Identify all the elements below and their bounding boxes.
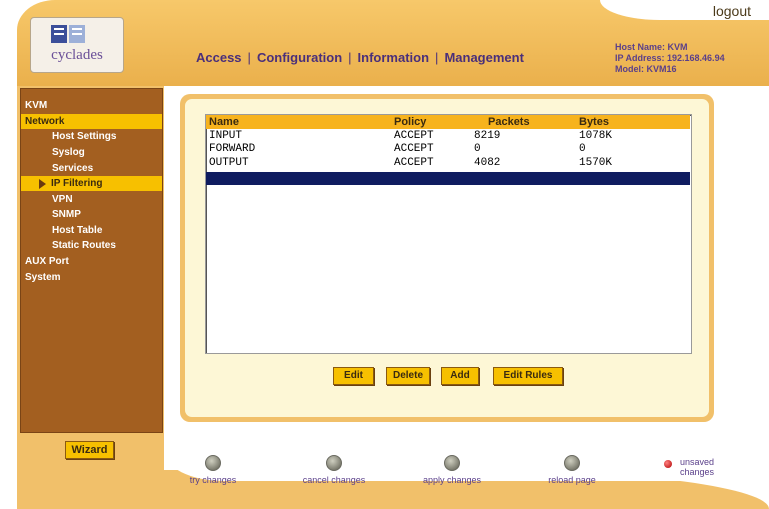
sidebar-item-kvm[interactable]: KVM	[25, 98, 47, 113]
cancel-changes-label: cancel changes	[302, 475, 366, 485]
main-nav: Access | Configuration | Information | Managem…	[196, 50, 524, 65]
nav-separator: |	[247, 50, 251, 65]
play-arrow-icon	[39, 179, 46, 189]
cell-packets: 0	[474, 143, 481, 155]
cell-policy: ACCEPT	[394, 130, 434, 142]
host-info: Host Name: KVM IP Address: 192.168.46.94…	[615, 42, 725, 75]
edit-rules-button[interactable]: Edit Rules	[493, 367, 563, 385]
sidebar-item-host-settings[interactable]: Host Settings	[52, 129, 116, 144]
column-header-name: Name	[209, 116, 239, 128]
nav-management[interactable]: Management	[444, 50, 523, 65]
sidebar: KVM Network Host Settings Syslog Service…	[20, 88, 163, 433]
sidebar-item-aux-port[interactable]: AUX Port	[25, 254, 69, 269]
sidebar-item-vpn[interactable]: VPN	[52, 192, 73, 207]
cell-policy: ACCEPT	[394, 157, 434, 169]
cell-packets: 8219	[474, 130, 501, 142]
cell-name: INPUT	[209, 130, 243, 142]
wizard-button[interactable]: Wizard	[65, 441, 114, 459]
sidebar-item-system[interactable]: System	[25, 270, 61, 285]
cyclades-logo: cyclades	[30, 17, 124, 73]
column-header-packets: Packets	[488, 116, 530, 128]
nav-access[interactable]: Access	[196, 50, 242, 65]
cancel-changes-knob-icon[interactable]	[326, 455, 342, 471]
logo-icon	[51, 25, 85, 43]
column-header-policy: Policy	[394, 116, 427, 128]
cell-bytes: 1570K	[579, 157, 613, 169]
cell-packets: 4082	[474, 157, 501, 169]
nav-configuration[interactable]: Configuration	[257, 50, 342, 65]
table-header: Name Policy Packets Bytes	[206, 115, 690, 129]
table-row-selected[interactable]	[206, 172, 690, 185]
add-button[interactable]: Add	[441, 367, 479, 385]
cell-name: OUTPUT	[209, 157, 249, 169]
cell-name: FORWARD	[209, 143, 256, 155]
table-row[interactable]: INPUT ACCEPT 8219 1078K	[206, 130, 690, 142]
apply-changes-label: apply changes	[422, 475, 482, 485]
sidebar-item-label: IP Filtering	[51, 178, 103, 189]
app-frame: logout cyclades Access | Configuration | Inf…	[0, 0, 769, 509]
ip-address: IP Address: 192.168.46.94	[615, 53, 725, 63]
logout-link[interactable]: logout	[713, 3, 751, 19]
sidebar-item-static-routes[interactable]: Static Routes	[52, 238, 116, 253]
sidebar-item-snmp[interactable]: SNMP	[52, 207, 81, 222]
table-row[interactable]: OUTPUT ACCEPT 4082 1570K	[206, 157, 690, 169]
apply-changes-control[interactable]: apply changes	[415, 455, 489, 485]
unsaved-indicator-icon	[664, 460, 672, 468]
cancel-changes-control[interactable]: cancel changes	[296, 455, 372, 485]
reload-page-knob-icon[interactable]	[564, 455, 580, 471]
edit-button[interactable]: Edit	[333, 367, 374, 385]
cell-policy: ACCEPT	[394, 143, 434, 155]
try-changes-control[interactable]: try changes	[180, 455, 246, 485]
sidebar-item-syslog[interactable]: Syslog	[52, 145, 85, 160]
unsaved-line1: unsaved	[680, 457, 715, 467]
try-changes-label: try changes	[189, 475, 237, 485]
reload-page-control[interactable]: reload page	[540, 455, 604, 485]
nav-information[interactable]: Information	[358, 50, 430, 65]
unsaved-line2: changes	[680, 467, 715, 477]
nav-separator: |	[348, 50, 352, 65]
unsaved-changes-label: unsaved changes	[680, 457, 714, 477]
table-row[interactable]: FORWARD ACCEPT 0 0	[206, 143, 690, 155]
cell-bytes: 0	[579, 143, 586, 155]
try-changes-knob-icon[interactable]	[205, 455, 221, 471]
sidebar-item-host-table[interactable]: Host Table	[52, 223, 102, 238]
sidebar-item-network[interactable]: Network	[21, 114, 162, 129]
sidebar-item-services[interactable]: Services	[52, 161, 93, 176]
apply-changes-knob-icon[interactable]	[444, 455, 460, 471]
column-header-bytes: Bytes	[579, 116, 609, 128]
reload-page-label: reload page	[548, 475, 596, 485]
host-name: Host Name: KVM	[615, 42, 688, 52]
logo-text: cyclades	[51, 47, 103, 63]
cell-bytes: 1078K	[579, 130, 613, 142]
nav-separator: |	[435, 50, 439, 65]
delete-button[interactable]: Delete	[386, 367, 430, 385]
model: Model: KVM16	[615, 64, 677, 74]
sidebar-item-ip-filtering[interactable]: IP Filtering	[21, 176, 162, 191]
